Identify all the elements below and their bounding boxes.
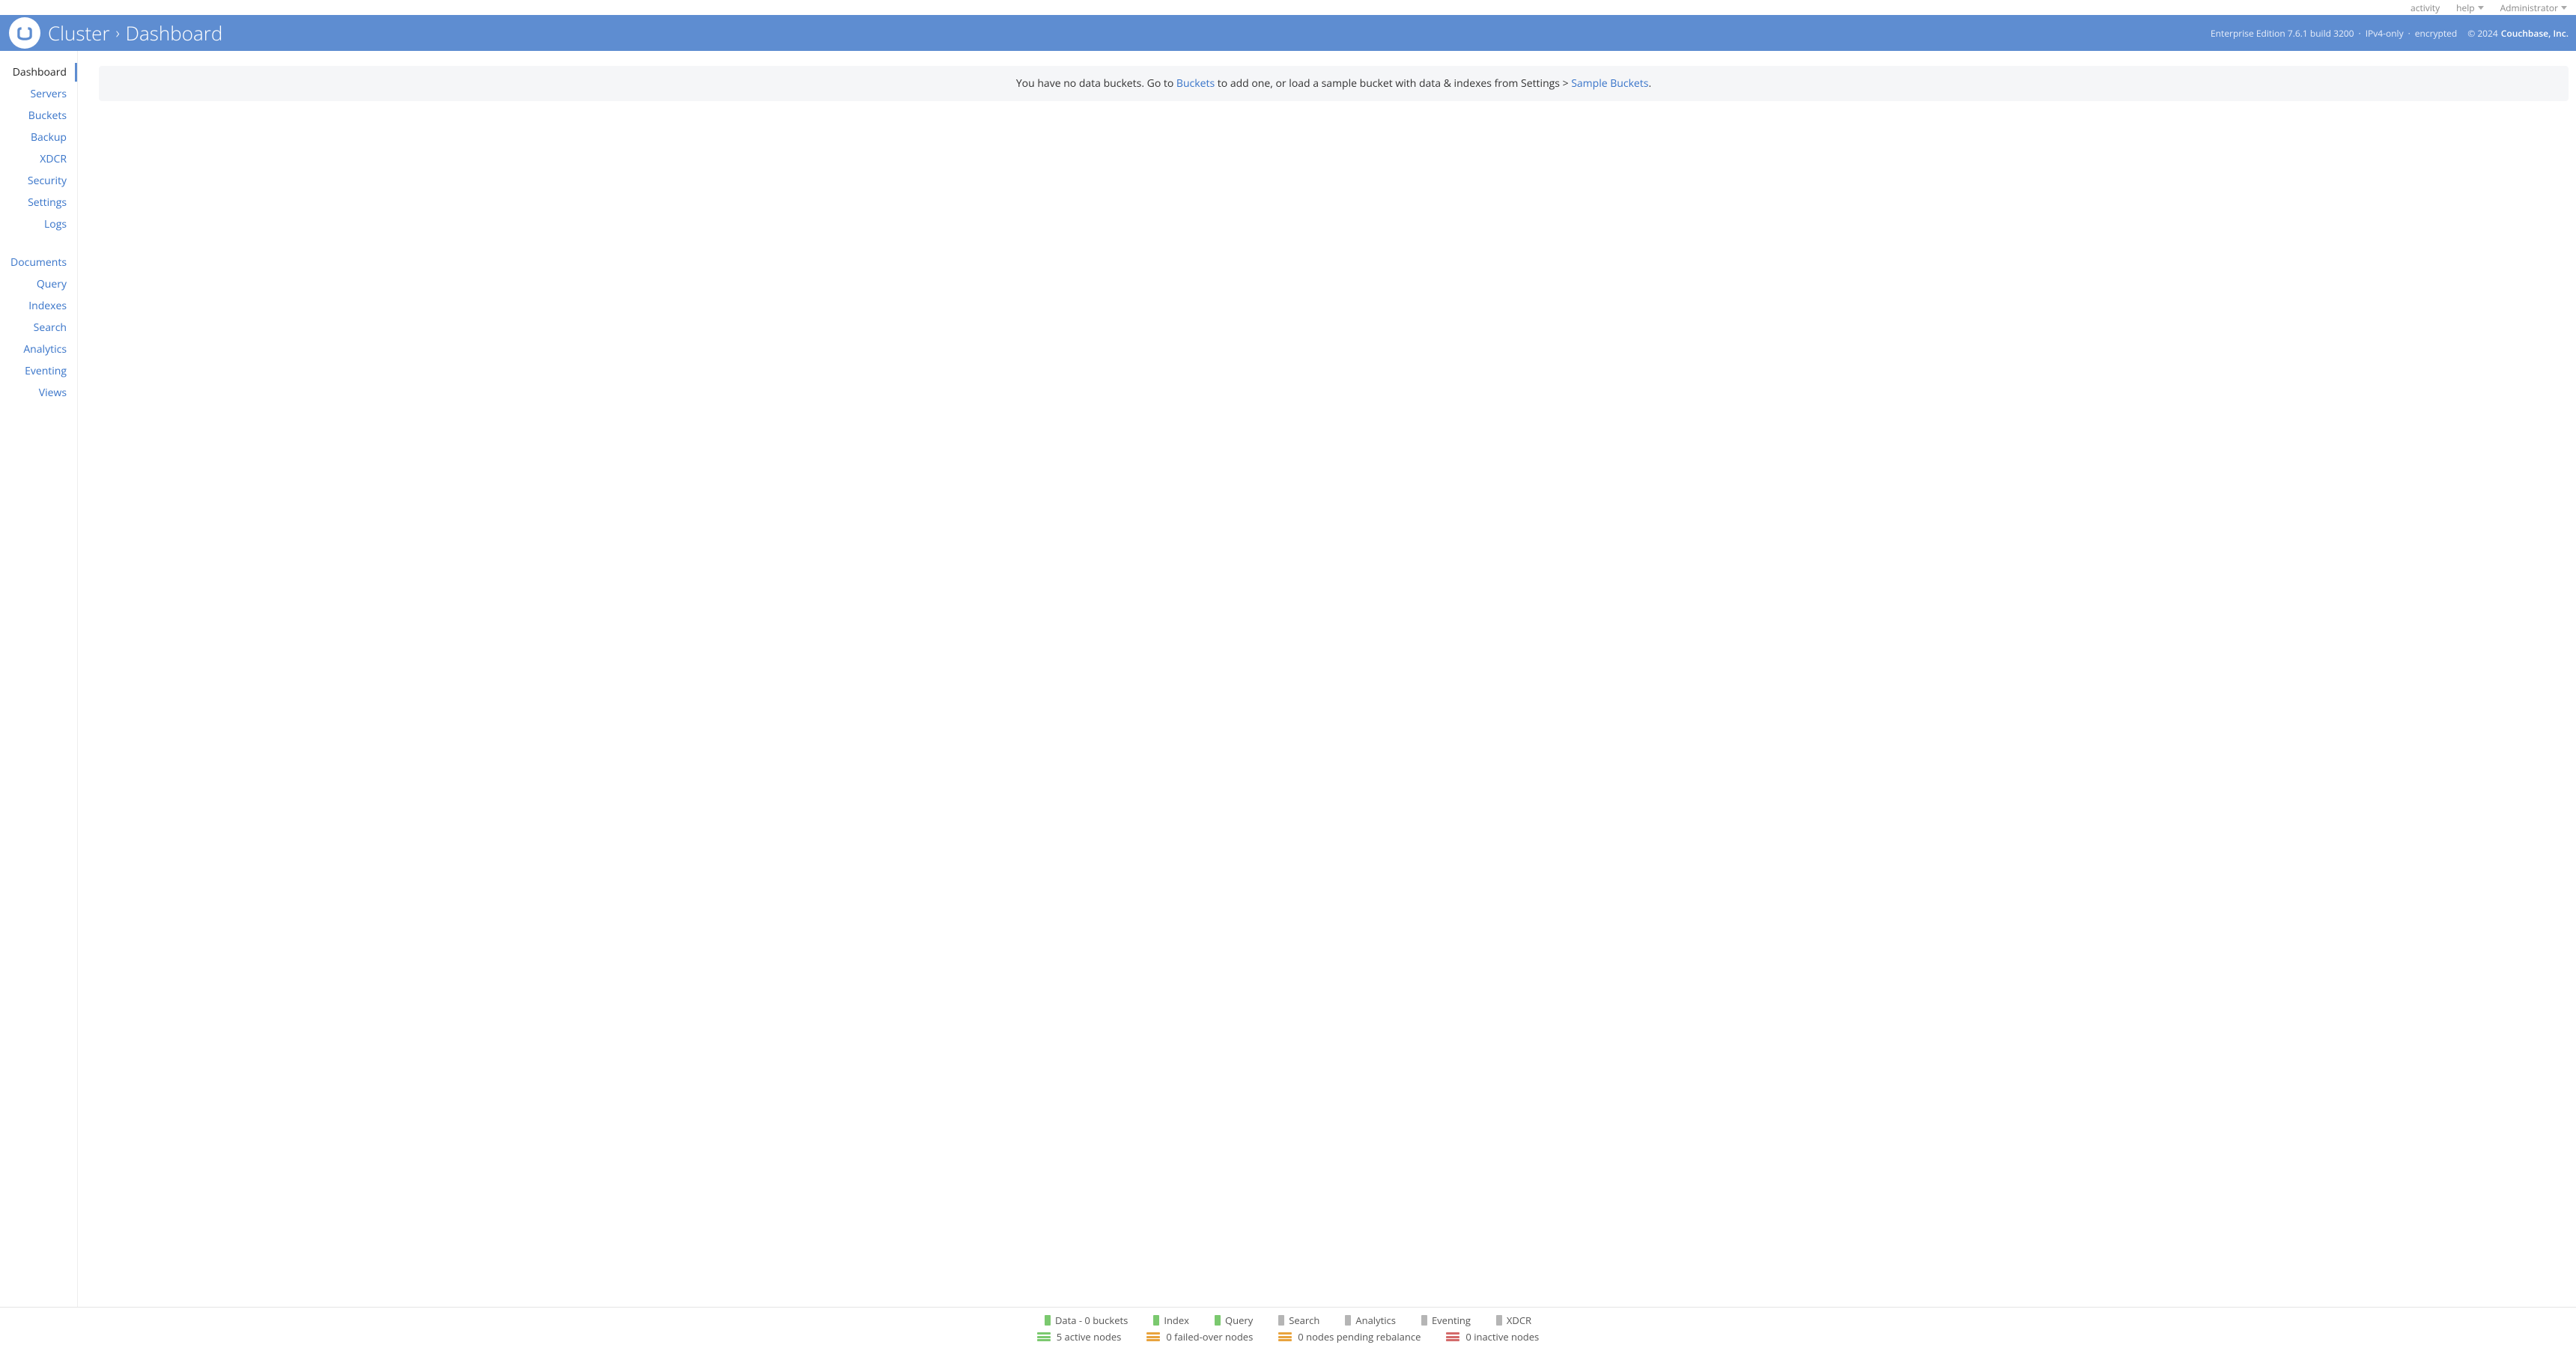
service-status-label: Search [1289, 1314, 1319, 1327]
caret-down-icon [2561, 6, 2567, 10]
sidebar-item-query[interactable]: Query [0, 273, 77, 295]
service-status-label: Query [1225, 1314, 1253, 1327]
service-status-index[interactable]: Index [1153, 1314, 1189, 1327]
couchbase-logo-icon [9, 17, 40, 49]
sidebar-item-indexes[interactable]: Indexes [0, 295, 77, 317]
app-header: Cluster › Dashboard Enterprise Edition 7… [0, 15, 2576, 51]
service-status-label: Eventing [1432, 1314, 1471, 1327]
caret-down-icon [2478, 6, 2484, 10]
sidebar-item-buckets[interactable]: Buckets [0, 105, 77, 127]
copyright-text: © 2024 [2467, 27, 2498, 40]
header-meta: Enterprise Edition 7.6.1 build 3200 · IP… [2211, 27, 2569, 40]
sidebar-item-search[interactable]: Search [0, 317, 77, 338]
service-status-icon [1421, 1315, 1427, 1326]
server-stack-icon [1037, 1332, 1051, 1341]
cluster-footer: Data - 0 buckets Index Query Search Analytic… [0, 1307, 2576, 1351]
service-status-icon [1345, 1315, 1351, 1326]
user-label: Administrator [2500, 1, 2558, 14]
sidebar-item-analytics[interactable]: Analytics [0, 338, 77, 360]
node-stat-label: 5 active nodes [1057, 1330, 1122, 1344]
sidebar-item-logs[interactable]: Logs [0, 213, 77, 235]
service-status-data[interactable]: Data - 0 buckets [1045, 1314, 1128, 1327]
help-menu[interactable]: help [2456, 1, 2483, 14]
service-status-icon [1278, 1315, 1284, 1326]
server-stack-icon [1278, 1332, 1292, 1341]
nav-group-secondary: DocumentsQueryIndexesSearchAnalyticsEven… [0, 252, 77, 404]
main-content: You have no data buckets. Go to Buckets … [78, 51, 2576, 1307]
service-status-icon [1215, 1315, 1221, 1326]
service-status-search[interactable]: Search [1278, 1314, 1319, 1327]
sidebar-item-backup[interactable]: Backup [0, 127, 77, 148]
notice-pre: You have no data buckets. Go to [1016, 76, 1176, 91]
server-stack-icon [1146, 1332, 1160, 1341]
cluster-name[interactable]: Cluster [48, 19, 110, 46]
user-menu[interactable]: Administrator [2500, 1, 2567, 14]
service-status-xdcr[interactable]: XDCR [1496, 1314, 1531, 1327]
service-status-icon [1496, 1315, 1502, 1326]
sidebar-item-dashboard[interactable]: Dashboard [0, 61, 77, 83]
service-status-label: Analytics [1355, 1314, 1396, 1327]
page-title: Dashboard [126, 19, 223, 46]
node-stat-label: 0 inactive nodes [1465, 1330, 1539, 1344]
node-stat[interactable]: 0 failed-over nodes [1146, 1330, 1253, 1344]
notice-post: . [1648, 76, 1651, 91]
help-label: help [2456, 1, 2474, 14]
edition-text: Enterprise Edition 7.6.1 build 3200 [2211, 27, 2354, 40]
services-row: Data - 0 buckets Index Query Search Analytic… [1045, 1314, 1531, 1327]
service-status-eventing[interactable]: Eventing [1421, 1314, 1471, 1327]
sidebar-nav: DashboardServersBucketsBackupXDCRSecurit… [0, 51, 78, 1307]
service-status-label: Index [1164, 1314, 1189, 1327]
nodes-row: 5 active nodes 0 failed-over nodes 0 nodes… [1037, 1330, 1539, 1344]
sidebar-item-documents[interactable]: Documents [0, 252, 77, 273]
node-stat-label: 0 failed-over nodes [1166, 1330, 1253, 1344]
node-stat[interactable]: 5 active nodes [1037, 1330, 1122, 1344]
service-status-label: Data - 0 buckets [1055, 1314, 1128, 1327]
sidebar-item-security[interactable]: Security [0, 170, 77, 192]
service-status-query[interactable]: Query [1215, 1314, 1253, 1327]
service-status-icon [1153, 1315, 1159, 1326]
company-name: Couchbase, Inc. [2501, 27, 2569, 40]
sidebar-item-xdcr[interactable]: XDCR [0, 148, 77, 170]
nav-group-primary: DashboardServersBucketsBackupXDCRSecurit… [0, 61, 77, 235]
sidebar-item-servers[interactable]: Servers [0, 83, 77, 105]
notice-mid: to add one, or load a sample bucket with… [1215, 76, 1571, 91]
ip-mode-text: IPv4-only [2366, 27, 2404, 40]
node-stat[interactable]: 0 inactive nodes [1446, 1330, 1539, 1344]
chevron-right-icon: › [116, 25, 120, 40]
breadcrumb: Cluster › Dashboard [48, 19, 222, 46]
sidebar-item-views[interactable]: Views [0, 382, 77, 404]
sidebar-item-eventing[interactable]: Eventing [0, 360, 77, 382]
no-buckets-notice: You have no data buckets. Go to Buckets … [99, 66, 2569, 101]
server-stack-icon [1446, 1332, 1459, 1341]
node-stat-label: 0 nodes pending rebalance [1298, 1330, 1421, 1344]
sidebar-item-settings[interactable]: Settings [0, 192, 77, 213]
service-status-label: XDCR [1507, 1314, 1531, 1327]
service-status-analytics[interactable]: Analytics [1345, 1314, 1396, 1327]
header-left: Cluster › Dashboard [9, 17, 222, 49]
node-stat[interactable]: 0 nodes pending rebalance [1278, 1330, 1421, 1344]
activity-link[interactable]: activity [2411, 1, 2440, 14]
buckets-link[interactable]: Buckets [1176, 76, 1215, 91]
sample-buckets-link[interactable]: Sample Buckets [1571, 76, 1648, 91]
top-utility-bar: activity help Administrator [0, 0, 2576, 15]
encryption-text: encrypted [2415, 27, 2457, 40]
service-status-icon [1045, 1315, 1051, 1326]
